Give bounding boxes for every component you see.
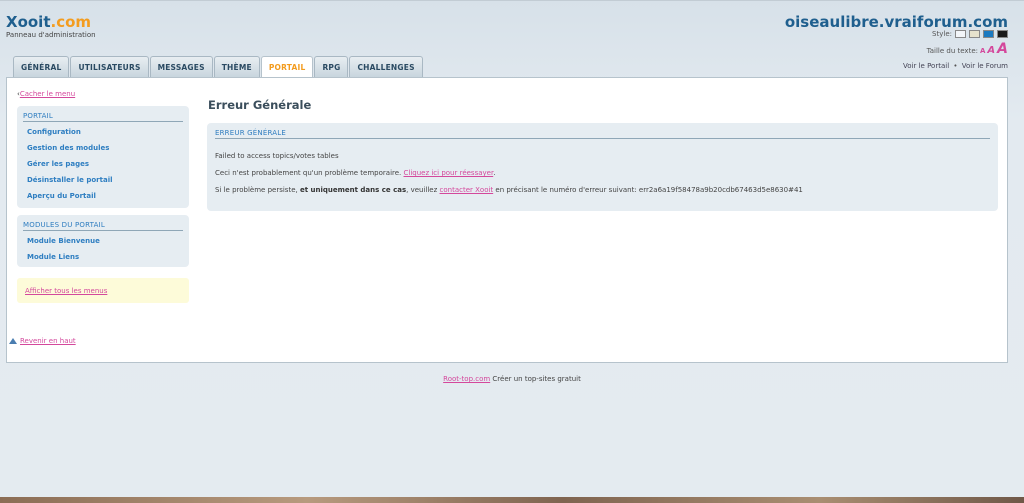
sidebar-item-module-liens[interactable]: Module Liens <box>23 251 183 267</box>
admin-tabs: GÉNÉRAL UTILISATEURS MESSAGES THÈME PORT… <box>13 56 423 78</box>
contact-suffix: en précisant le numéro d'erreur suivant:… <box>493 186 803 194</box>
show-all-menus-box: Afficher tous les menus <box>17 278 189 303</box>
sidebar-item-configuration[interactable]: Configuration <box>23 126 183 142</box>
back-to-top: Revenir en haut <box>9 337 76 345</box>
sidebar-item-module-bienvenue[interactable]: Module Bienvenue <box>23 235 183 251</box>
style-label: Style: <box>932 30 952 38</box>
brand-main: Xooit <box>6 13 51 31</box>
error-message: Failed to access topics/votes tables <box>215 152 339 160</box>
text-size-small-button[interactable]: A <box>980 47 985 55</box>
tab-general[interactable]: GÉNÉRAL <box>13 56 70 77</box>
contact-prefix: Si le problème persiste, <box>215 186 300 194</box>
view-forum-link[interactable]: Voir le Forum <box>962 62 1008 70</box>
retry-paragraph: Ceci n'est probablement qu'un problème t… <box>215 169 990 178</box>
tab-theme[interactable]: THÈME <box>213 56 260 77</box>
contact-mid: , veuillez <box>406 186 440 194</box>
style-selector: Style: <box>932 30 1008 38</box>
footer: Root-top.com Créer un top-sites gratuit <box>0 375 1024 383</box>
sidebar-modules-menu: MODULES DU PORTAIL Module Bienvenue Modu… <box>17 215 189 267</box>
back-to-top-link[interactable]: Revenir en haut <box>20 337 76 345</box>
footer-root-top-link[interactable]: Root-top.com <box>443 375 490 383</box>
tab-challenges[interactable]: CHALLENGES <box>349 56 423 77</box>
site-name-link[interactable]: oiseaulibre.vraiforum.com <box>785 13 1008 31</box>
retry-text: Ceci n'est probablement qu'un problème t… <box>215 169 404 177</box>
style-swatch-beige[interactable] <box>969 30 980 38</box>
sidebar-item-gestion-modules[interactable]: Gestion des modules <box>23 142 183 158</box>
page-title: Erreur Générale <box>208 98 312 112</box>
contact-emphasis: et uniquement dans ce cas <box>299 186 407 194</box>
view-links-separator: • <box>953 62 958 70</box>
xooit-logo[interactable]: Xooit.com <box>6 13 91 31</box>
arrow-up-icon <box>9 338 18 344</box>
text-size-label: Taille du texte: <box>926 47 978 55</box>
text-size-selector: Taille du texte: A A A <box>927 41 1008 57</box>
retry-link[interactable]: Cliquez ici pour réessayer <box>404 169 494 177</box>
sidebar-portail-menu: PORTAIL Configuration Gestion des module… <box>17 106 189 208</box>
main-panel: ‹Cacher le menu PORTAIL Configuration Ge… <box>6 77 1008 363</box>
brand-subtitle: Panneau d'administration <box>6 31 96 39</box>
text-size-large-button[interactable]: A <box>997 41 1008 57</box>
footer-text: Créer un top-sites gratuit <box>490 375 581 383</box>
sidebar-portail-title: PORTAIL <box>23 112 183 122</box>
retry-suffix: . <box>493 169 496 177</box>
show-all-menus-link[interactable]: Afficher tous les menus <box>25 287 107 295</box>
tab-portail[interactable]: PORTAIL <box>260 56 314 78</box>
style-swatch-blue[interactable] <box>983 30 994 38</box>
view-links: Voir le Portail • Voir le Forum <box>903 62 1008 70</box>
error-box: ERREUR GÉNÉRALE Failed to access topics/… <box>207 123 998 211</box>
contact-xooit-link[interactable]: contacter Xooit <box>440 186 494 194</box>
tab-messages[interactable]: MESSAGES <box>149 56 213 77</box>
brand-suffix: .com <box>50 13 92 31</box>
style-swatch-black[interactable] <box>997 30 1008 38</box>
desktop-wallpaper-strip <box>0 497 1024 503</box>
hide-menu-link[interactable]: Cacher le menu <box>20 90 75 98</box>
error-box-title: ERREUR GÉNÉRALE <box>215 129 990 139</box>
sidebar-item-desinstaller-portail[interactable]: Désinstaller le portail <box>23 174 183 190</box>
tab-utilisateurs[interactable]: UTILISATEURS <box>70 56 149 77</box>
sidebar-modules-title: MODULES DU PORTAIL <box>23 221 183 231</box>
sidebar-item-apercu-portail[interactable]: Aperçu du Portail <box>23 190 183 206</box>
style-swatch-light[interactable] <box>955 30 966 38</box>
contact-paragraph: Si le problème persiste, et uniquement d… <box>215 186 990 195</box>
sidebar-item-gerer-pages[interactable]: Gérer les pages <box>23 158 183 174</box>
hide-menu: ‹Cacher le menu <box>17 90 75 98</box>
view-portal-link[interactable]: Voir le Portail <box>903 62 949 70</box>
tab-rpg[interactable]: RPG <box>314 56 349 77</box>
text-size-medium-button[interactable]: A <box>987 45 995 56</box>
